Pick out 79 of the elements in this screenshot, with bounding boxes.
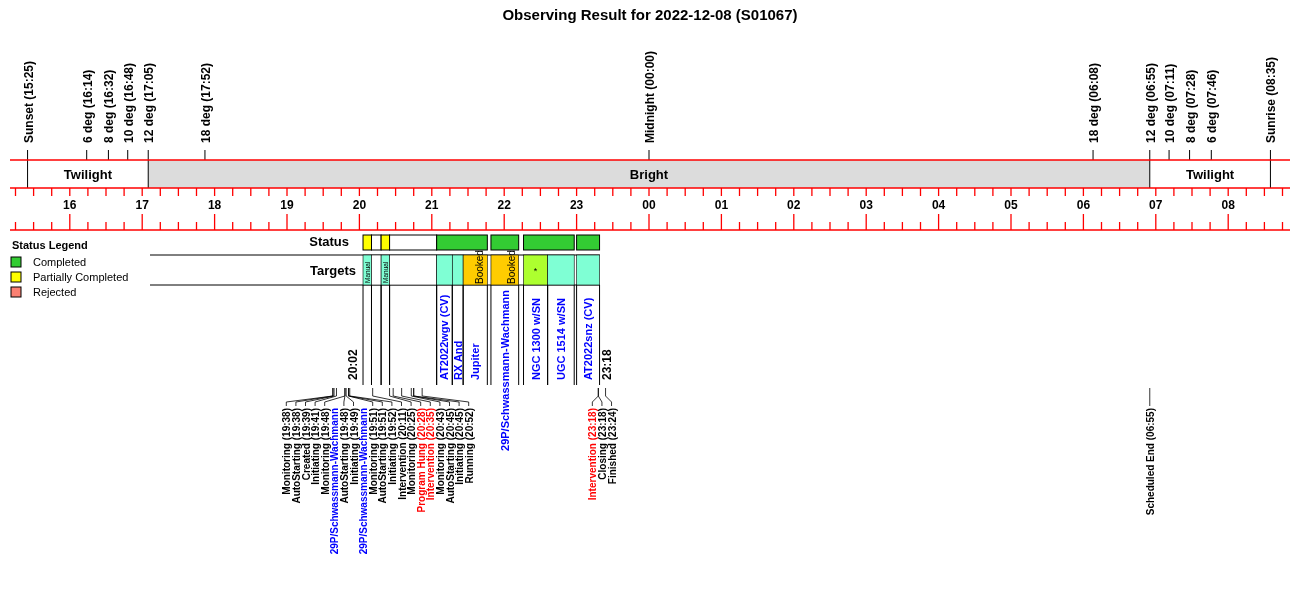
legend-label: Completed [33, 256, 87, 268]
target-cell: Booked [490, 250, 519, 286]
event-label: 29P/Schwassmann-Wachmann [358, 408, 370, 555]
sky-event-label: 8 deg (16:32) [102, 69, 117, 143]
hour-label: 21 [425, 198, 439, 212]
marker-line [1168, 149, 1170, 161]
marker-line [127, 149, 129, 161]
hour-label: 23 [569, 198, 584, 212]
chart-title: Observing Result for 2022-12-08 (S01067) [502, 6, 798, 23]
hour-label: 18 [207, 198, 222, 212]
event-label: Intervention (23:18) [587, 408, 599, 501]
marker-line [86, 149, 88, 161]
band-label: Twilight [1186, 167, 1235, 182]
target-cell: Booked [462, 250, 488, 286]
sky-event-label: 8 deg (07:28) [1183, 69, 1198, 143]
event-label: AutoStarting (19:48) [338, 408, 350, 504]
session-time: 20:02 [345, 349, 360, 380]
event-label: AutoStarting (19:51) [377, 408, 389, 504]
hour-label: 05 [1004, 198, 1018, 212]
hour-label: 06 [1076, 198, 1091, 212]
marker-line [1189, 149, 1191, 161]
sky-event-label: 12 deg (17:05) [142, 62, 157, 143]
sky-event-label: Sunset (15:25) [21, 60, 36, 143]
sky-event-label: 12 deg (06:55) [1143, 62, 1158, 143]
leader-line [605, 387, 612, 407]
sky-event-label: 10 deg (07:11) [1163, 63, 1178, 143]
event-label: Monitoring (20:25) [406, 408, 418, 495]
hour-label: 22 [497, 198, 511, 212]
sky-event-label: 6 deg (16:14) [80, 69, 95, 143]
target-name: AT2022snz (CV) [582, 297, 595, 380]
target-name: UGC 1514 w/SN [554, 298, 567, 380]
band-label: Bright [629, 167, 669, 182]
row-label: Status [309, 234, 349, 249]
target-cell: * [523, 254, 548, 286]
hour-label: 17 [135, 198, 149, 212]
sky-event-label: Sunrise (08:35) [1264, 56, 1279, 143]
event-label: Monitoring (19:38) [281, 408, 293, 495]
event-label: Monitoring (19:51) [367, 408, 379, 495]
band-label: Twilight [63, 167, 112, 182]
legend-title: Status Legend [12, 239, 88, 251]
target-name: Jupiter [469, 343, 482, 380]
event-label: Initiating (20:45) [454, 408, 466, 485]
sky-event-label: 10 deg (16:48) [121, 62, 136, 143]
sky-event-label: 18 deg (17:52) [198, 62, 213, 143]
target-name: AT2022wgv (CV) [438, 294, 451, 380]
event-label: Intervention (20:35) [425, 408, 437, 501]
sky-event-label: 6 deg (07:46) [1205, 69, 1220, 143]
hour-label: 19 [280, 198, 294, 212]
marker-line [1210, 149, 1212, 161]
target-name: RX And [451, 340, 464, 380]
hour-label: 03 [859, 198, 873, 212]
hour-label: 02 [787, 198, 801, 212]
target-name: NGC 1300 w/SN [529, 298, 542, 380]
marker-line [147, 149, 149, 189]
hour-label: 16 [63, 198, 77, 212]
event-label: 29P/Schwassmann-Wachmann [329, 408, 341, 555]
event-label: Scheduled End (06:55) [1144, 408, 1156, 516]
sky-event-label: Midnight (00:00) [643, 51, 657, 143]
legend-label: Rejected [33, 286, 77, 298]
hour-label: 08 [1221, 198, 1235, 212]
marker-line [1269, 149, 1271, 189]
leader-line [1149, 387, 1151, 407]
hour-label: 00 [642, 198, 656, 212]
row-label: Targets [310, 263, 356, 278]
hour-label: 20 [352, 198, 367, 212]
marker-line [107, 149, 109, 161]
target-name: 29P/Schwassmann-Wachmann [498, 290, 511, 451]
marker-line [27, 149, 29, 189]
event-label: Initiating (19:41) [310, 408, 322, 485]
marker-line [648, 149, 650, 161]
session-time: 23:18 [600, 349, 615, 380]
sky-event-label: 18 deg (06:08) [1087, 62, 1102, 143]
hour-label: 07 [1149, 198, 1163, 212]
marker-line [1149, 149, 1151, 189]
hour-label: 01 [714, 198, 729, 212]
legend-label: Partially Completed [33, 271, 129, 283]
marker-line [1092, 149, 1094, 161]
hour-label: 04 [931, 198, 946, 212]
marker-line [204, 149, 206, 161]
